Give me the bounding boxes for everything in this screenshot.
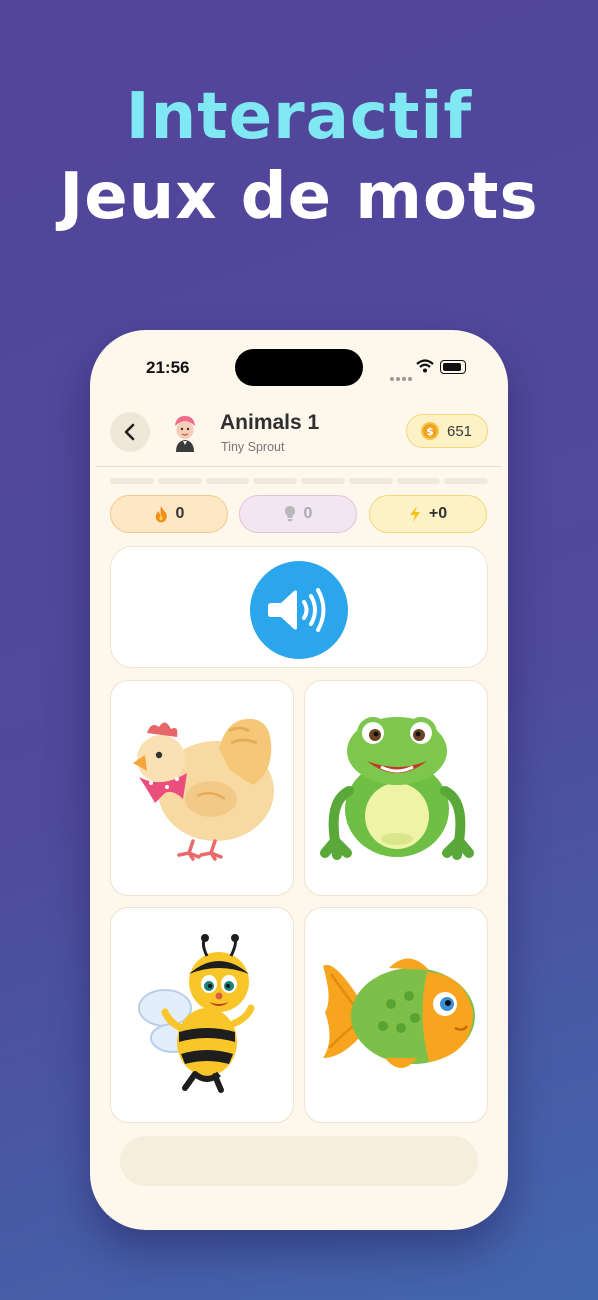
- frog-image: [320, 717, 474, 860]
- chevron-left-icon: [124, 423, 135, 441]
- signal-icon: [390, 366, 414, 385]
- continue-button[interactable]: [120, 1136, 478, 1186]
- status-time: 21:56: [146, 358, 190, 377]
- lesson-title: Animals 1: [220, 411, 320, 434]
- avatar: [170, 414, 200, 452]
- choice-card-bee[interactable]: [110, 907, 294, 1123]
- headline-line-2: Jeux de mots: [59, 160, 539, 234]
- bee-image: [138, 934, 255, 1093]
- lesson-subtitle: Tiny Sprout: [221, 440, 285, 454]
- streak-counter: 0: [110, 495, 228, 533]
- chicken-image: [133, 718, 274, 861]
- headline-line-1: Interactif: [125, 80, 473, 154]
- lightning-icon: [409, 505, 421, 523]
- fish-image: [323, 958, 475, 1068]
- bonus-value: +0: [428, 505, 448, 522]
- coin-icon: $: [421, 422, 439, 440]
- progress-bar: [110, 478, 488, 484]
- speaker-icon: [268, 588, 326, 632]
- lightbulb-icon: [284, 505, 296, 523]
- dynamic-island: [235, 349, 363, 386]
- play-audio-button[interactable]: [250, 561, 348, 659]
- phone-frame: 21:56 Animals 1 Tiny Sprout $ 651 0 0 +0: [90, 330, 508, 1230]
- choice-card-chicken[interactable]: [110, 680, 294, 896]
- streak-value: 0: [175, 505, 185, 522]
- choice-card-frog[interactable]: [304, 680, 488, 896]
- top-bar: Animals 1 Tiny Sprout $ 651: [90, 408, 508, 468]
- bonus-counter: +0: [369, 495, 487, 533]
- status-bar: 21:56: [90, 330, 508, 400]
- coin-balance[interactable]: $ 651: [406, 414, 488, 448]
- battery-icon: [440, 360, 466, 374]
- coin-count: 651: [447, 422, 473, 440]
- choice-card-fish[interactable]: [304, 907, 488, 1123]
- wifi-icon: [416, 358, 434, 377]
- back-button[interactable]: [110, 412, 150, 452]
- audio-prompt-card: [110, 546, 488, 668]
- header-divider: [96, 466, 502, 467]
- hint-button[interactable]: 0: [239, 495, 357, 533]
- fire-icon: [154, 505, 168, 523]
- hint-value: 0: [303, 505, 313, 522]
